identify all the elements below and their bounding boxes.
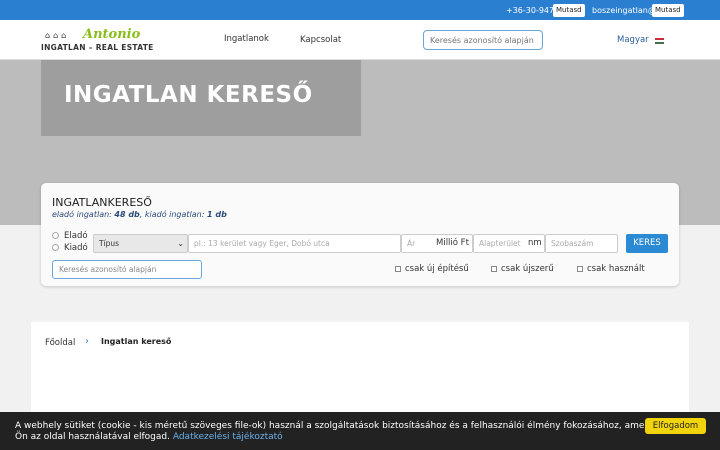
rent-count: 1 db — [206, 210, 227, 219]
checkbox-new-build[interactable]: csak új építésű — [395, 264, 469, 274]
cookie-consent-bar: A webhely sütiket (cookie - kis méretű s… — [0, 412, 720, 450]
search-panel-title: INGATLANKERESŐ — [52, 196, 152, 209]
logo-script-text: Antonio — [83, 27, 141, 42]
main-navbar: ⌂⌂⌂ Antonio INGATLAN – REAL ESTATE Ingat… — [0, 20, 720, 60]
show-email-button[interactable]: Mutasd — [652, 4, 684, 17]
type-select[interactable]: Típus ⌄ — [93, 234, 188, 253]
search-button[interactable]: KERES — [626, 234, 668, 253]
radio-rent-dot[interactable] — [52, 244, 59, 251]
breadcrumb-current: Ingatlan kereső — [101, 337, 172, 346]
chevron-down-icon: ⌄ — [177, 239, 184, 248]
hero-title-box: INGATLAN KERESŐ — [41, 60, 361, 136]
checkbox-new-build-box[interactable] — [395, 265, 401, 272]
cookie-text-line2: Ön az oldal használatával elfogad. Adatk… — [15, 432, 283, 442]
id-search-input[interactable]: Keresés azonosító alapján — [52, 260, 202, 279]
nav-link-contact[interactable]: Kapcsolat — [300, 35, 341, 45]
phone-number: +36-30-947- — [506, 6, 557, 15]
top-contact-bar: +36-30-947- Mutasd boszeingatlan@ Mutasd — [0, 0, 720, 20]
radio-sale[interactable]: Eladó — [52, 231, 88, 241]
listing-counts: eladó ingatlan: 48 db, kiadó ingatlan: 1… — [52, 210, 227, 219]
privacy-policy-link[interactable]: Adatkezelési tájékoztató — [173, 432, 283, 442]
checkbox-used[interactable]: csak használt — [577, 264, 645, 274]
rooms-input[interactable]: Szobaszám — [545, 234, 618, 253]
radio-sale-dot[interactable] — [52, 232, 59, 239]
checkbox-like-new[interactable]: csak újszerű — [491, 264, 554, 274]
price-unit: Millió Ft — [436, 238, 469, 248]
show-phone-button[interactable]: Mutasd — [553, 4, 585, 17]
logo-subtitle: INGATLAN – REAL ESTATE — [41, 43, 154, 52]
nav-link-properties[interactable]: Ingatlanok — [224, 34, 269, 44]
checkbox-like-new-box[interactable] — [491, 265, 497, 272]
property-search-panel: INGATLANKERESŐ eladó ingatlan: 48 db, ki… — [41, 183, 679, 286]
location-input[interactable]: pl.: 13 kerület vagy Eger, Dobó utca — [188, 234, 401, 253]
radio-rent[interactable]: Kiadó — [52, 243, 88, 253]
hungarian-flag-icon — [655, 38, 664, 44]
header-search-input[interactable] — [423, 30, 543, 50]
breadcrumb-chevron-icon: › — [85, 336, 89, 347]
site-logo[interactable]: ⌂⌂⌂ Antonio INGATLAN – REAL ESTATE — [41, 27, 156, 54]
sale-count: 48 db — [114, 210, 140, 219]
content-card: Főoldal › Ingatlan kereső — [31, 322, 689, 422]
houses-icon: ⌂⌂⌂ — [45, 31, 70, 40]
accept-cookies-button[interactable]: Elfogadom — [645, 418, 706, 434]
hero-title: INGATLAN KERESŐ — [64, 82, 313, 108]
language-selector[interactable]: Magyar — [617, 35, 649, 45]
cookie-text-line1: A webhely sütiket (cookie - kis méretű s… — [15, 421, 662, 431]
breadcrumb-home-link[interactable]: Főoldal — [45, 338, 75, 348]
checkbox-used-box[interactable] — [577, 265, 583, 272]
area-unit: nm — [528, 238, 542, 248]
email-address: boszeingatlan@ — [592, 6, 656, 15]
